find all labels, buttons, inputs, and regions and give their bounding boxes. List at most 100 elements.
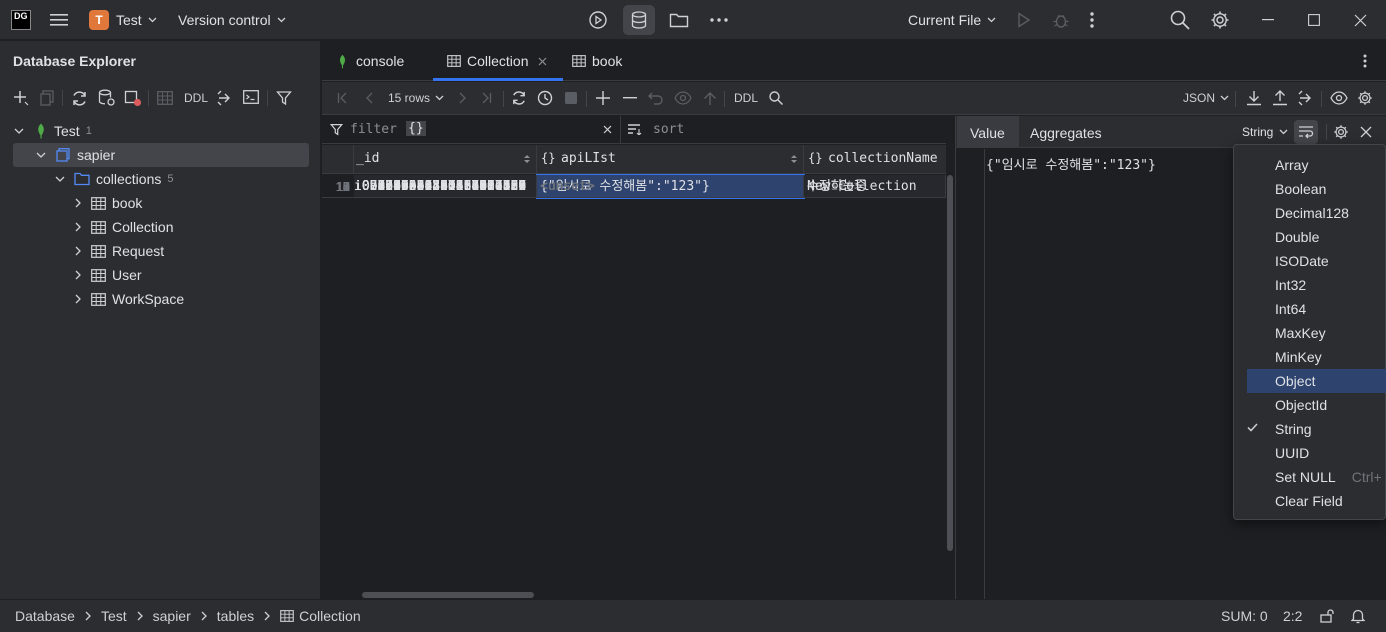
sort-toggle-icon[interactable] [791,154,797,164]
minimize-icon[interactable] [1262,0,1274,40]
more-icon[interactable] [709,0,729,40]
add-row-icon[interactable] [595,86,611,110]
column-header-collectionname[interactable]: {} collectionName [804,145,946,174]
close-tab-icon[interactable] [538,57,547,66]
type-option-minkey[interactable]: MinKey [1247,345,1386,369]
reload-icon[interactable] [510,86,528,110]
download-icon[interactable] [1245,86,1263,110]
type-option-boolean[interactable]: Boolean [1247,177,1386,201]
vcs-menu[interactable]: Version control [178,0,286,40]
run-icon[interactable] [1017,0,1031,40]
last-page-icon[interactable] [480,86,494,110]
maximize-icon[interactable] [1308,0,1320,40]
cell-id[interactable]: i0e7115a40cf75f485d552 [354,175,537,198]
folder-icon[interactable] [669,0,689,40]
type-option-maxkey[interactable]: MaxKey [1247,321,1386,345]
first-page-icon[interactable] [335,86,349,110]
previous-page-icon[interactable] [362,86,376,110]
data-source-properties-icon[interactable] [98,89,116,107]
sort-input[interactable]: sort [653,122,684,137]
vertical-scrollbar[interactable] [946,175,954,585]
type-option-int32[interactable]: Int32 [1247,273,1386,297]
table-editor-icon[interactable] [157,91,173,105]
type-option-isodate[interactable]: ISODate [1247,249,1386,273]
database-icon[interactable] [623,0,655,40]
column-header-apilist[interactable]: {} apiLIst [537,145,804,174]
clear-filter-icon[interactable] [603,125,612,134]
type-option-object[interactable]: Object [1247,369,1386,393]
close-panel-icon[interactable] [1360,126,1372,138]
type-option-decimal128[interactable]: Decimal128 [1247,201,1386,225]
type-option-int64[interactable]: Int64 [1247,297,1386,321]
value-type-selector[interactable]: String [1242,125,1288,139]
filter-icon[interactable] [276,90,292,106]
main-menu-button[interactable] [50,0,68,40]
filter-input[interactable]: {} [406,121,426,136]
services-icon[interactable] [588,0,608,40]
history-clock-icon[interactable] [536,86,554,110]
format-selector[interactable]: JSON [1183,86,1229,110]
app-logo[interactable]: DG [11,0,31,40]
horizontal-scrollbar[interactable] [362,592,534,598]
type-option-array[interactable]: Array [1247,153,1386,177]
compare-icon[interactable] [1297,86,1315,110]
tree-node-workspace[interactable]: WorkSpace [0,287,321,311]
tab-collection[interactable]: Collection [433,41,563,81]
tab-console[interactable]: console [338,41,404,81]
debug-icon[interactable] [1052,0,1070,40]
add-icon[interactable] [12,89,30,107]
value-editor-content[interactable]: {"임시로 수정해봄":"123"} [986,154,1156,173]
tree-node-collection[interactable]: Collection [0,215,321,239]
tab-value[interactable]: Value [970,125,1005,141]
type-option-set-null[interactable]: Set NULL Ctrl+ [1247,465,1386,489]
view-eye-icon[interactable] [1329,86,1349,110]
ddl-button[interactable]: DDL [184,91,208,105]
console-icon[interactable] [243,90,259,104]
type-option-objectid[interactable]: ObjectId [1247,393,1386,417]
breadcrumb-item[interactable]: Database [15,608,75,624]
breadcrumb-item[interactable]: tables [217,608,254,624]
search-icon[interactable] [1170,0,1190,40]
disconnect-icon[interactable] [124,89,142,107]
soft-wrap-icon[interactable] [1294,120,1318,144]
run-more-icon[interactable] [1090,0,1094,40]
sort-toggle-icon[interactable] [524,154,530,164]
read-only-lock-icon[interactable] [1320,600,1334,632]
ddl-button[interactable]: DDL [734,86,758,110]
breadcrumb-item[interactable]: sapier [153,608,191,624]
preview-changes-icon[interactable] [674,86,692,110]
upload-icon[interactable] [1271,86,1289,110]
settings-gear-icon[interactable] [1210,0,1230,40]
notifications-bell-icon[interactable] [1351,600,1365,632]
tree-node-request[interactable]: Request [0,239,321,263]
breadcrumb-item[interactable]: Collection [299,608,360,624]
tree-node-book[interactable]: book [0,191,321,215]
tab-options-icon[interactable] [1363,41,1367,81]
cell-apilist[interactable]: <unset> [537,175,804,198]
delete-row-icon[interactable] [622,86,638,110]
value-settings-gear-icon[interactable] [1333,124,1349,140]
stop-icon[interactable] [564,86,578,110]
breadcrumb-item[interactable]: Test [101,608,127,624]
cursor-position[interactable]: 2:2 [1283,600,1302,632]
revert-icon[interactable] [648,86,664,110]
sum-indicator[interactable]: SUM: 0 [1221,600,1268,632]
project-selector[interactable]: T Test [89,0,157,40]
tree-node-collections[interactable]: collections 5 [0,167,321,191]
cell-collectionname[interactable]: 수정하는중 [804,175,946,198]
refresh-icon[interactable] [71,90,88,107]
type-option-string[interactable]: String [1247,417,1386,441]
next-page-icon[interactable] [455,86,469,110]
column-header-id[interactable]: _id [354,145,537,174]
tree-node-datasource[interactable]: Test 1 [0,119,321,143]
type-option-double[interactable]: Double [1247,225,1386,249]
page-size-selector[interactable]: 15 rows [388,86,444,110]
submit-icon[interactable] [702,86,718,110]
type-option-uuid[interactable]: UUID [1247,441,1386,465]
run-config-selector[interactable]: Current File [908,0,996,40]
grid-settings-gear-icon[interactable] [1356,86,1374,110]
tree-node-schema[interactable]: sapier [0,143,321,167]
type-option-clear-field[interactable]: Clear Field [1247,489,1386,513]
close-window-icon[interactable] [1354,0,1367,40]
tab-book[interactable]: book [572,41,622,81]
